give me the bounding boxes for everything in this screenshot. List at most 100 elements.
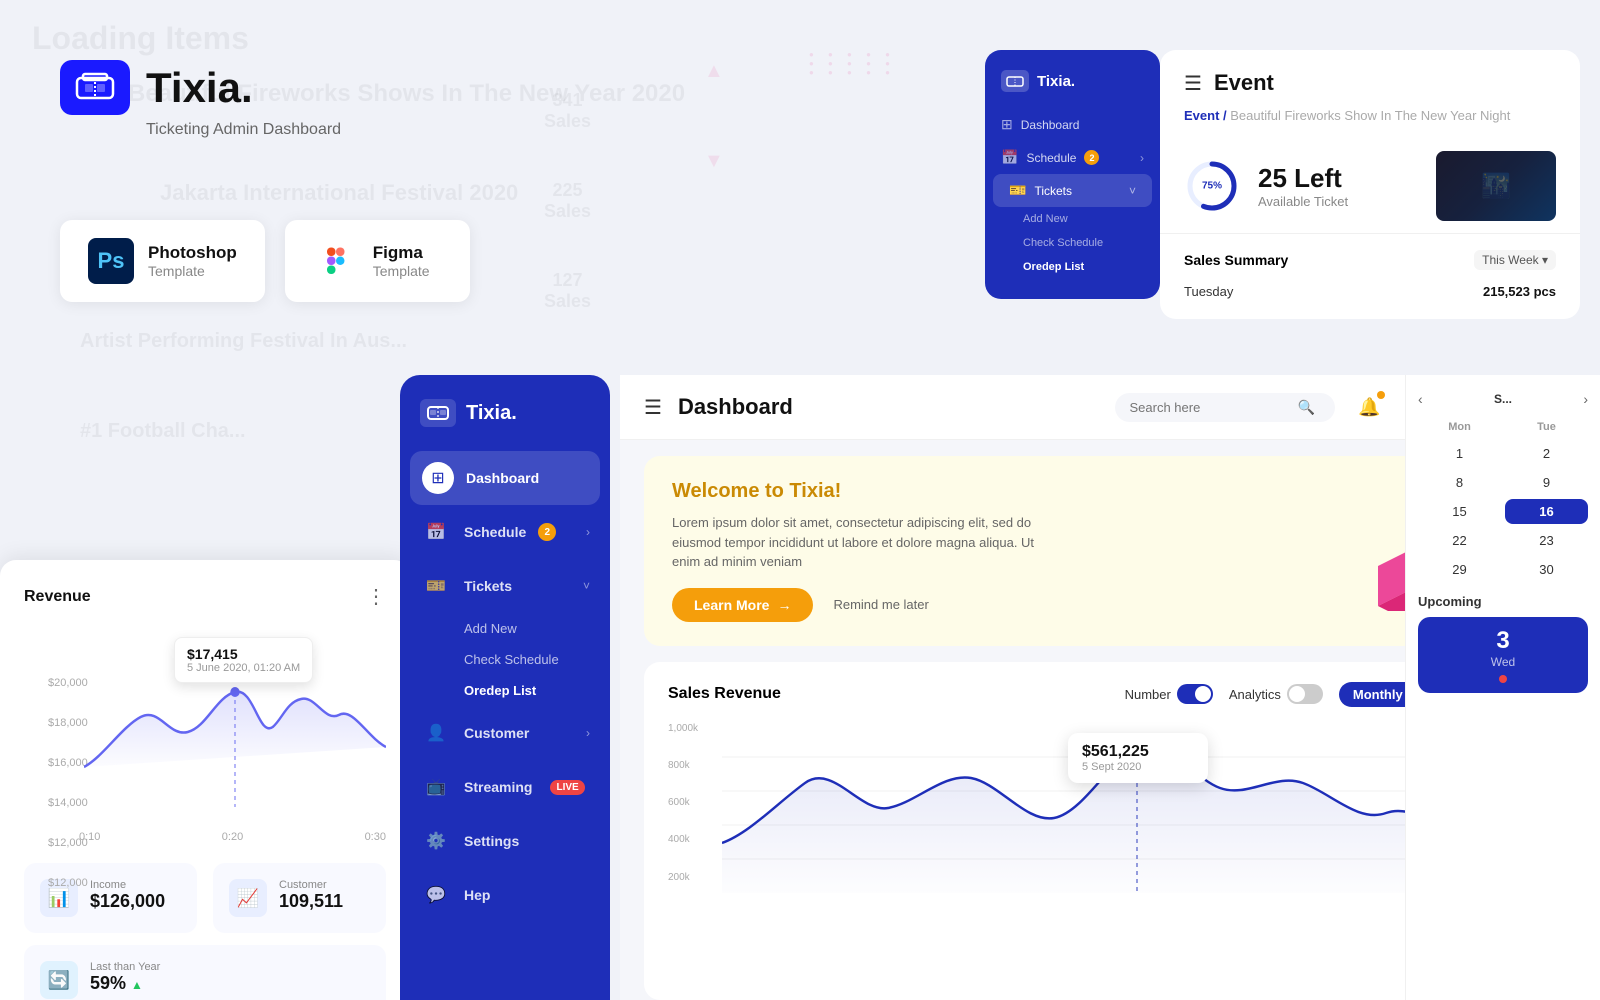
cal-next-button[interactable]: › — [1583, 391, 1588, 407]
hep-label: Hep — [464, 887, 490, 903]
mini-schedule-icon: 📅 — [1001, 149, 1018, 166]
cal-date-29[interactable]: 29 — [1418, 557, 1501, 582]
sidebar-logo: Tixia. — [400, 399, 610, 451]
revenue-yaxis: $20,000 $18,000 $16,000 $14,000 $12,000 … — [48, 677, 88, 889]
sidebar-item-settings[interactable]: ⚙️ Settings — [400, 814, 610, 868]
cal-date-8[interactable]: 8 — [1418, 470, 1501, 495]
welcome-description: Lorem ipsum dolor sit amet, consectetur … — [672, 513, 1052, 572]
sidebar-check-schedule[interactable]: Check Schedule — [400, 644, 610, 675]
mini-tickets-icon: 🎫 — [1009, 182, 1026, 199]
ps-type: Template — [148, 263, 237, 279]
figma-badge[interactable]: Figma Template — [285, 220, 470, 302]
stat-customer: 📈 Customer 109,511 — [213, 863, 386, 933]
event-ss-title: Sales Summary — [1184, 252, 1288, 268]
mini-dashboard-icon: ⊞ — [1001, 116, 1013, 133]
customer-label: Customer — [279, 879, 343, 891]
event-ticket-info: 75% 25 Left Available Ticket 🌃 — [1160, 139, 1580, 234]
ms-logo-icon — [1001, 70, 1029, 92]
sidebar-add-new[interactable]: Add New — [400, 613, 610, 644]
event-ss-filter[interactable]: This Week ▾ — [1474, 250, 1556, 270]
progress-label: 75% — [1202, 181, 1222, 192]
cal-date-23[interactable]: 23 — [1505, 528, 1588, 553]
schedule-icon: 📅 — [420, 516, 452, 548]
photoshop-badge[interactable]: Ps Photoshop Template — [60, 220, 265, 302]
ticket-sub: Available Ticket — [1258, 194, 1348, 209]
sidebar-item-hep[interactable]: 💬 Hep — [400, 868, 610, 922]
mini-dashboard-label: Dashboard — [1021, 118, 1080, 132]
upcoming-dot — [1499, 675, 1507, 683]
year-value: 59% ▲ — [90, 973, 160, 994]
schedule-badge: 2 — [538, 523, 556, 541]
live-badge: LIVE — [550, 780, 584, 795]
remind-later-link[interactable]: Remind me later — [833, 597, 928, 612]
number-toggle[interactable] — [1177, 684, 1213, 704]
mini-order-list[interactable]: Oredер List — [985, 255, 1160, 279]
income-value: $126,000 — [90, 891, 165, 912]
ps-icon: Ps — [88, 238, 134, 284]
cal-date-9[interactable]: 9 — [1505, 470, 1588, 495]
upcoming-event: 3 Wed — [1418, 617, 1588, 693]
learn-more-button[interactable]: Learn More → — [672, 588, 813, 622]
cal-date-22[interactable]: 22 — [1418, 528, 1501, 553]
analytics-label: Analytics — [1229, 687, 1281, 702]
sidebar-logo-name: Tixia. — [466, 402, 517, 425]
mini-check-schedule[interactable]: Check Schedule — [985, 231, 1160, 255]
cal-date-2[interactable]: 2 — [1505, 441, 1588, 466]
tooltip-amount: $17,415 — [187, 646, 300, 662]
cal-prev-button[interactable]: ‹ — [1418, 391, 1423, 407]
ss-amount: 215,523 pcs — [1483, 284, 1556, 299]
settings-label: Settings — [464, 833, 519, 849]
event-breadcrumb: Event / Beautiful Fireworks Show In The … — [1160, 108, 1580, 139]
notifications-button[interactable]: 🔔 — [1351, 389, 1387, 425]
breadcrumb-link[interactable]: Event / — [1184, 108, 1227, 123]
cal-header-mon: Mon — [1418, 419, 1501, 435]
cal-date-16-today[interactable]: 16 — [1505, 499, 1588, 524]
mini-nav-tickets[interactable]: 🎫 Tickets ˅ — [993, 174, 1152, 207]
calendar-month-label: S... — [1494, 392, 1512, 406]
calendar-nav: ‹ S... › — [1418, 391, 1588, 407]
breadcrumb-text: Beautiful Fireworks Show In The New Year… — [1230, 108, 1510, 123]
hamburger-icon[interactable]: ☰ — [644, 395, 662, 420]
figma-type: Template — [373, 263, 430, 279]
income-label: Income — [90, 879, 165, 891]
hep-icon: 💬 — [420, 879, 452, 911]
sidebar-item-customer[interactable]: 👤 Customer › — [400, 706, 610, 760]
brand-name: Tixia. — [146, 64, 253, 112]
brand-logo-icon — [60, 60, 130, 115]
sidebar-item-streaming[interactable]: 📺 Streaming LIVE — [400, 760, 610, 814]
sidebar-item-dashboard[interactable]: ⊞ Dashboard — [410, 451, 600, 505]
mini-schedule-label: Schedule — [1026, 151, 1076, 165]
sidebar-order-list[interactable]: Oredер List — [400, 675, 610, 706]
cal-date-15[interactable]: 15 — [1418, 499, 1501, 524]
search-icon: 🔍 — [1297, 399, 1314, 416]
upcoming-date: 3 — [1430, 627, 1576, 655]
event-sales-summary: Sales Summary This Week ▾ Tuesday 215,52… — [1160, 234, 1580, 319]
schedule-label: Schedule — [464, 524, 526, 540]
cal-date-30[interactable]: 30 — [1505, 557, 1588, 582]
mini-tickets-label: Tickets — [1034, 184, 1072, 198]
year-icon: 🔄 — [40, 961, 78, 999]
sidebar-item-schedule[interactable]: 📅 Schedule 2 › — [400, 505, 610, 559]
mini-nav-dashboard[interactable]: ⊞ Dashboard — [985, 108, 1160, 141]
event-ss-row: Tuesday 215,523 pcs — [1184, 280, 1556, 303]
analytics-toggle[interactable] — [1287, 684, 1323, 704]
mini-schedule-badge: 2 — [1084, 150, 1099, 165]
event-menu-icon[interactable]: ☰ — [1184, 71, 1202, 96]
cal-date-1[interactable]: 1 — [1418, 441, 1501, 466]
search-bar[interactable]: 🔍 — [1115, 393, 1335, 422]
upcoming-label: Upcoming — [1418, 594, 1588, 609]
calendar-panel: ‹ S... › Mon Tue 1 2 8 9 15 16 22 23 29 … — [1405, 375, 1600, 1000]
revenue-title: Revenue — [24, 588, 91, 606]
welcome-title: Welcome to Tixia! — [672, 480, 1368, 503]
mini-sidebar-logo: Tixia. — [985, 70, 1160, 108]
settings-icon: ⚙️ — [420, 825, 452, 857]
sidebar-item-tickets[interactable]: 🎫 Tickets ˅ — [400, 559, 610, 613]
dashboard-icon: ⊞ — [422, 462, 454, 494]
revenue-panel: Revenue ⋮ $20,000 $18,000 $16,000 $14,00… — [0, 560, 410, 1000]
mini-add-new[interactable]: Add New — [985, 207, 1160, 231]
mini-nav-schedule[interactable]: 📅 Schedule 2 › — [985, 141, 1160, 174]
dashboard-label: Dashboard — [466, 470, 539, 486]
search-input[interactable] — [1129, 400, 1289, 415]
sales-chart-tooltip: $561,225 5 Sept 2020 — [1068, 733, 1208, 783]
revenue-menu-button[interactable]: ⋮ — [366, 584, 386, 609]
